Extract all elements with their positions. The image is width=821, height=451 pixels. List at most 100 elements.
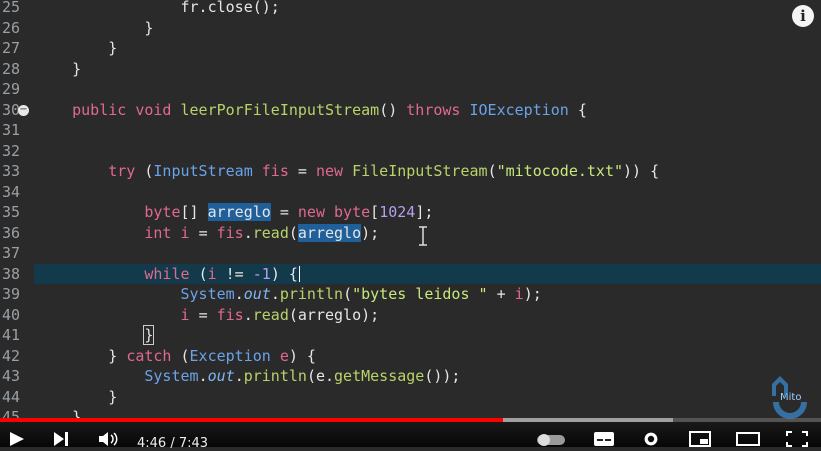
- code-line[interactable]: 36 int i = fis.read(arreglo);: [0, 223, 821, 244]
- code-token: fis: [216, 223, 244, 242]
- code-token: getMessage: [334, 367, 425, 385]
- code-line[interactable]: 28 }: [0, 59, 821, 80]
- code-text: System.out.println("bytes leidos " + i);: [0, 284, 542, 305]
- code-token: "mitocode.txt": [496, 162, 624, 180]
- code-text: public void leerPorFileInputStream() thr…: [0, 100, 587, 121]
- code-line[interactable]: 26 }: [0, 18, 821, 39]
- mito-watermark-logo: Mito: [772, 376, 807, 419]
- code-line[interactable]: 33 try (InputStream fis = new FileInputS…: [0, 161, 821, 182]
- code-token: ) {: [288, 346, 316, 365]
- code-token: (e.: [306, 367, 335, 385]
- text-cursor-ibeam-icon: [419, 226, 427, 246]
- code-line[interactable]: 39 System.out.println("bytes leidos " + …: [0, 284, 821, 305]
- play-icon[interactable]: [8, 431, 26, 447]
- code-line[interactable]: 25 fr.close();: [0, 0, 821, 18]
- code-line[interactable]: 37: [0, 243, 821, 264]
- code-token: try: [108, 162, 145, 180]
- code-line[interactable]: 43 System.out.println(e.getMessage());: [0, 366, 821, 387]
- code-token: public void: [72, 100, 181, 119]
- code-text: System.out.println(e.getMessage());: [0, 366, 460, 387]
- code-text: }: [0, 325, 155, 346]
- code-token: out: [243, 285, 271, 303]
- code-token: (: [288, 223, 298, 242]
- code-token: .: [234, 367, 244, 385]
- code-line[interactable]: 41 }: [0, 325, 821, 346]
- code-token: }: [36, 387, 118, 406]
- code-token: System: [180, 285, 235, 303]
- code-token: [: [370, 203, 380, 221]
- code-token: while: [144, 264, 199, 283]
- autoplay-toggle-icon[interactable]: [536, 431, 566, 447]
- code-token: .: [243, 223, 253, 242]
- line-number: 31: [1, 121, 20, 139]
- progress-bar[interactable]: [0, 418, 821, 422]
- code-text: }: [0, 18, 153, 39]
- code-token: =: [297, 162, 316, 180]
- code-token: );: [361, 223, 380, 242]
- code-token: fis: [216, 305, 244, 324]
- code-token: (arreglo);: [288, 305, 380, 324]
- code-token: .: [243, 305, 253, 324]
- code-token: byte: [334, 203, 371, 221]
- code-text: while (i != -1) {: [0, 264, 300, 285]
- code-token: 1024: [379, 203, 416, 221]
- code-token: []: [180, 203, 208, 221]
- code-token: }: [143, 325, 155, 345]
- code-token: new: [315, 162, 353, 180]
- time-display: 4:46 / 7:43: [137, 436, 209, 451]
- code-token: (): [379, 100, 407, 119]
- code-token: {: [641, 162, 660, 180]
- code-line[interactable]: 30− public void leerPorFileInputStream()…: [0, 100, 821, 121]
- fullscreen-icon[interactable]: [786, 431, 808, 447]
- code-line[interactable]: 32: [0, 141, 821, 162]
- code-token: new: [297, 203, 335, 221]
- code-line[interactable]: 44 }: [0, 387, 821, 408]
- code-token: (: [487, 162, 497, 180]
- code-text: }: [0, 38, 117, 59]
- code-token: .: [270, 285, 280, 303]
- code-token: =: [198, 223, 217, 242]
- code-line[interactable]: 40 i = fis.read(arreglo);: [0, 305, 821, 326]
- theater-mode-icon[interactable]: [736, 431, 760, 447]
- code-editor[interactable]: 25 fr.close(); 26 } 27 } 28 } 29 30− public v…: [0, 0, 821, 422]
- code-token: }: [36, 39, 118, 57]
- code-token: (: [198, 264, 208, 283]
- code-token: +: [487, 285, 515, 303]
- code-token: {: [568, 100, 587, 119]
- highlighted-token: arreglo: [297, 223, 362, 242]
- watermark-text: Mito: [780, 392, 801, 403]
- code-token: InputStream: [153, 162, 262, 180]
- code-token: Exception: [189, 346, 280, 365]
- code-line[interactable]: 42 } catch (Exception e) {: [0, 346, 821, 367]
- next-icon[interactable]: [52, 431, 70, 447]
- code-line-current[interactable]: 38 while (i != -1) {: [2, 263, 821, 284]
- code-token: e: [279, 346, 289, 365]
- code-token: i: [180, 305, 199, 324]
- code-text: fr.close();: [0, 0, 280, 18]
- code-token: }: [36, 18, 154, 37]
- code-token: println: [243, 367, 307, 385]
- volume-icon[interactable]: [98, 431, 120, 447]
- code-token: read: [252, 305, 289, 324]
- settings-gear-icon[interactable]: [641, 431, 661, 447]
- code-line[interactable]: 35 byte[] arreglo = new byte[1024];: [0, 202, 821, 223]
- code-token: (: [343, 285, 353, 303]
- code-token: int: [144, 223, 181, 242]
- info-icon[interactable]: i: [792, 5, 814, 27]
- progress-played: [0, 418, 504, 422]
- code-line[interactable]: 34: [0, 182, 821, 203]
- code-token: }: [36, 346, 127, 365]
- code-line[interactable]: 31: [0, 120, 821, 141]
- subtitles-icon[interactable]: [593, 431, 615, 447]
- code-text: } catch (Exception e) {: [0, 346, 316, 367]
- code-line[interactable]: 29: [0, 79, 821, 100]
- miniplayer-icon[interactable]: [689, 431, 711, 447]
- code-line[interactable]: 27 }: [0, 38, 821, 59]
- code-token: ());: [424, 367, 461, 385]
- code-token: (: [180, 346, 190, 365]
- code-token: byte: [144, 203, 181, 221]
